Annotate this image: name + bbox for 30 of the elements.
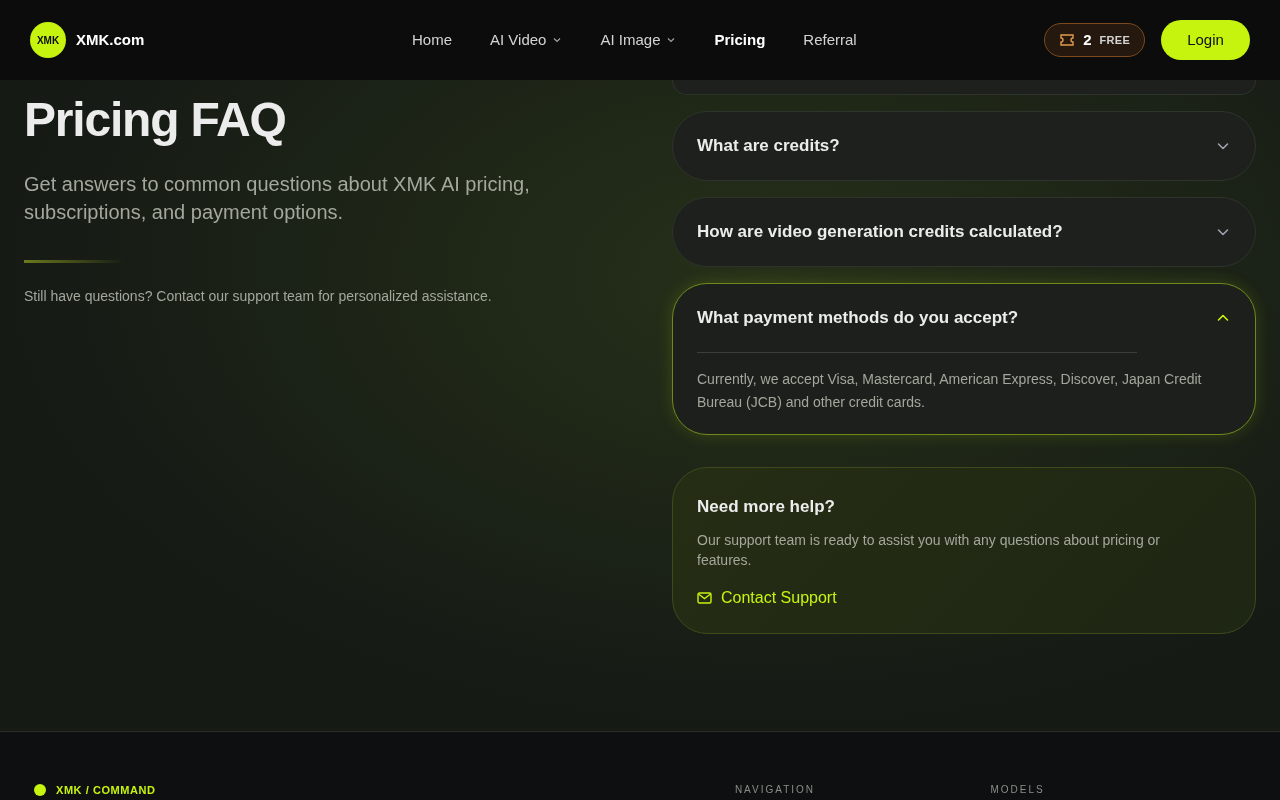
help-text: Our support team is ready to assist you with any questions about pricing or features. <box>697 530 1161 570</box>
nav-link[interactable]: AI Image <box>600 28 677 52</box>
brand-name[interactable]: XMK.com <box>76 28 145 52</box>
logo-icon[interactable]: XMK <box>30 22 66 58</box>
credits-count: 2 <box>1083 29 1092 50</box>
ticket-icon <box>1059 33 1076 47</box>
nav-link[interactable]: Home <box>412 28 452 52</box>
nav-link[interactable]: Referral <box>803 28 857 52</box>
mail-icon <box>697 591 712 604</box>
footer-brand: XMK / COMMAND <box>56 784 156 796</box>
page-subtitle: Get answers to common questions about XMK AI pricing, subscriptions, and payment options. <box>24 172 531 225</box>
faq-question: How are video generation credits calculated? <box>697 221 1063 244</box>
nav-link[interactable]: Pricing <box>714 28 766 52</box>
nav-link[interactable]: AI Video <box>490 28 563 52</box>
faq-answer: Currently, we accept Visa, Mastercard, American Express, Discover, Japan Credit Bureau (JCB) and other credit cards. <box>697 370 1203 412</box>
faq-question: What payment methods do you accept? <box>697 307 1019 330</box>
footer-logo-icon <box>34 784 46 796</box>
credits-badge[interactable]: 2 FREE <box>1044 23 1145 57</box>
support-note: Still have questions? Contact our support team for personalized assistance. <box>24 287 493 306</box>
footer-heading: NAVIGATION <box>734 784 817 796</box>
faq-item[interactable]: What are credits? <box>672 111 1256 181</box>
footer-heading: MODELS <box>990 784 1046 796</box>
faq-question: What are credits? <box>697 135 840 158</box>
faq-item[interactable]: How are video generation credits calculated? <box>672 197 1256 267</box>
credits-label: FREE <box>1099 32 1130 48</box>
page-title: Pricing FAQ <box>24 92 287 148</box>
help-title: Need more help? <box>697 496 836 518</box>
contact-support-link[interactable]: Contact Support <box>697 585 837 610</box>
faq-item[interactable]: What payment methods do you accept? Currently, we accept Visa, Mastercard, American Express, Discover, Japan Credit Bureau (JCB) and other credit cards. <box>672 283 1256 435</box>
login-button[interactable]: Login <box>1161 20 1250 60</box>
